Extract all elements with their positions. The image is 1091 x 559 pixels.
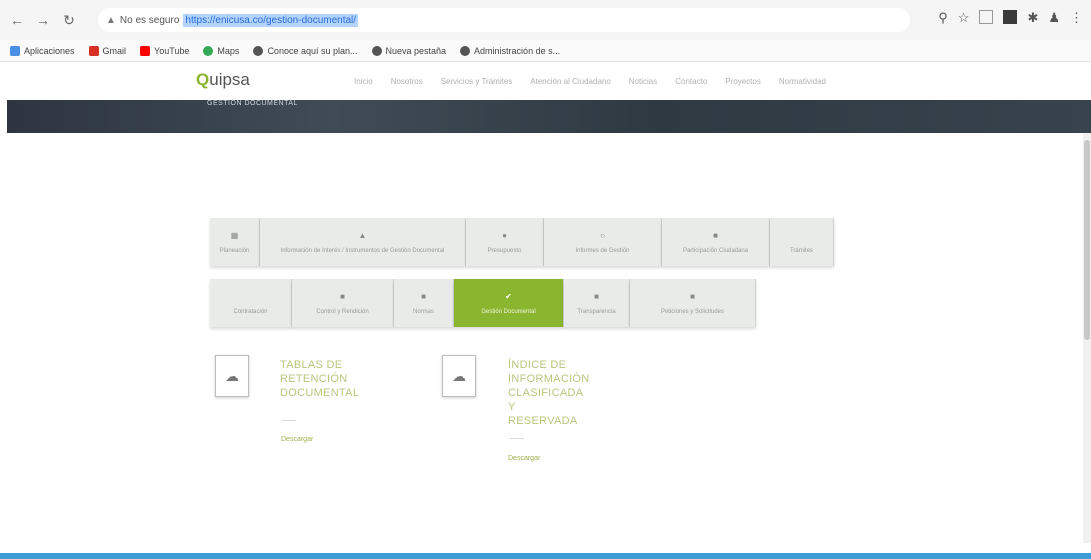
page-title: GESTIÓN DOCUMENTAL — [207, 100, 298, 107]
card-title: TABLAS DE RETENCIÓN DOCUMENTAL — [280, 359, 360, 399]
address-bar[interactable]: ▲ No es seguro https://enicusa.co/gestio… — [98, 8, 910, 32]
pdf-extension-icon[interactable] — [1003, 10, 1018, 24]
tab-contratacion[interactable]: Contratación — [210, 279, 292, 327]
extension-icon[interactable] — [979, 10, 994, 24]
tab-control-rendicion[interactable]: ■ Control y Rendición — [292, 279, 394, 327]
bookmark-admin[interactable]: Administración de s... — [460, 45, 560, 56]
youtube-icon — [140, 45, 151, 56]
apps-icon — [10, 45, 20, 56]
footer-bar — [0, 553, 1091, 559]
download-cloud-icon[interactable]: ☁ — [442, 355, 476, 397]
bookmark-maps[interactable]: Maps — [203, 45, 239, 56]
bookmark-plan[interactable]: Conoce aquí su plan... — [253, 45, 358, 56]
download-cloud-icon[interactable]: ☁ — [215, 355, 249, 397]
warning-icon: ▲ — [106, 14, 116, 26]
tab-planeacion[interactable]: ▦ Planeación — [210, 218, 260, 266]
menu-item-atencion[interactable]: Atención al Ciudadano — [530, 77, 611, 86]
info-icon: ▲ — [358, 230, 367, 240]
menu-icon[interactable]: ⋮ — [1070, 10, 1083, 26]
security-label: No es seguro — [119, 14, 180, 26]
main-menu: Inicio Nosotros Servicios y Trámites Ate… — [354, 77, 826, 86]
tab-tramites[interactable]: Trámites — [770, 218, 834, 266]
divider — [282, 420, 296, 421]
grid-icon: ▦ — [230, 230, 239, 240]
back-icon[interactable]: ← — [6, 9, 28, 31]
bookmark-apps[interactable]: Aplicaciones — [10, 45, 75, 56]
scrollbar-thumb[interactable] — [1084, 140, 1090, 340]
tab-normas[interactable]: ■ Normas — [394, 279, 454, 327]
menu-item-nosotros[interactable]: Nosotros — [391, 77, 423, 86]
chart-icon: ○ — [600, 230, 605, 240]
menu-item-servicios[interactable]: Servicios y Trámites — [441, 77, 513, 86]
divider — [510, 438, 524, 439]
download-link[interactable]: Descargar — [281, 436, 313, 443]
tab-gestion-documental[interactable]: ✔ Gestión Documental — [454, 279, 564, 327]
globe-icon — [253, 45, 264, 56]
tab-row-1: ▦ Planeación ▲ Información de Interés / In… — [210, 218, 834, 266]
tab-presupuesto[interactable]: ● Presupuesto — [466, 218, 544, 266]
forward-icon[interactable]: → — [32, 9, 54, 31]
star-icon[interactable]: ☆ — [958, 10, 970, 26]
folder-icon: ✔ — [505, 291, 512, 301]
download-link[interactable]: Descargar — [508, 455, 540, 462]
puzzle-icon[interactable]: ✱ — [1027, 10, 1038, 26]
menu-item-inicio[interactable]: Inicio — [354, 77, 373, 86]
money-icon: ● — [502, 230, 507, 240]
bookmark-youtube[interactable]: YouTube — [140, 45, 189, 56]
eye-icon: ■ — [594, 291, 599, 301]
tab-informes-gestion[interactable]: ○ Informes de Gestión — [544, 218, 662, 266]
toolbar-right: ⚲ ☆ ✱ ♟ ⋮ — [938, 10, 1083, 26]
tab-peticiones[interactable]: ■ Peticiones y Solicitudes — [630, 279, 756, 327]
bookmark-new-tab[interactable]: Nueva pestaña — [371, 45, 446, 56]
card-title: ÍNDICE DE INFORMACIÓN CLASIFICADA Y RESE… — [508, 359, 590, 427]
tab-participacion[interactable]: ■ Participación Ciudadana — [662, 218, 770, 266]
check-icon: ■ — [340, 291, 345, 301]
bookmark-gmail[interactable]: Gmail — [88, 45, 126, 56]
gmail-icon — [88, 45, 99, 56]
bookmarks-bar: Aplicaciones Gmail YouTube Maps Conoce a… — [0, 40, 1091, 62]
tab-row-2: Contratación ■ Control y Rendición ■ Norma… — [210, 279, 756, 327]
tab-transparencia[interactable]: ■ Transparencia — [564, 279, 630, 327]
page-banner: GESTIÓN DOCUMENTAL — [7, 100, 1091, 133]
menu-item-noticias[interactable]: Noticias — [629, 77, 657, 86]
reload-icon[interactable]: ↻ — [58, 9, 80, 31]
maps-icon — [203, 45, 214, 56]
people-icon: ■ — [713, 230, 718, 240]
profile-icon[interactable]: ♟ — [1048, 10, 1060, 26]
site-logo[interactable]: Quipsa — [196, 70, 250, 90]
globe-icon — [371, 45, 382, 56]
url-text[interactable]: https://enicusa.co/gestion-documental/ — [183, 13, 359, 27]
tab-informacion-interes[interactable]: ▲ Información de Interés / Instrumentos d… — [260, 218, 466, 266]
doc-icon — [800, 231, 802, 240]
globe-icon — [460, 45, 471, 56]
zoom-icon[interactable]: ⚲ — [938, 10, 948, 26]
menu-item-contacto[interactable]: Contacto — [675, 77, 707, 86]
site-header: Quipsa Inicio Nosotros Servicios y Trámi… — [0, 62, 1091, 102]
book-icon: ■ — [421, 291, 426, 301]
menu-item-proyectos[interactable]: Proyectos — [725, 77, 761, 86]
menu-item-normatividad[interactable]: Normatividad — [779, 77, 826, 86]
mail-icon: ■ — [690, 291, 695, 301]
